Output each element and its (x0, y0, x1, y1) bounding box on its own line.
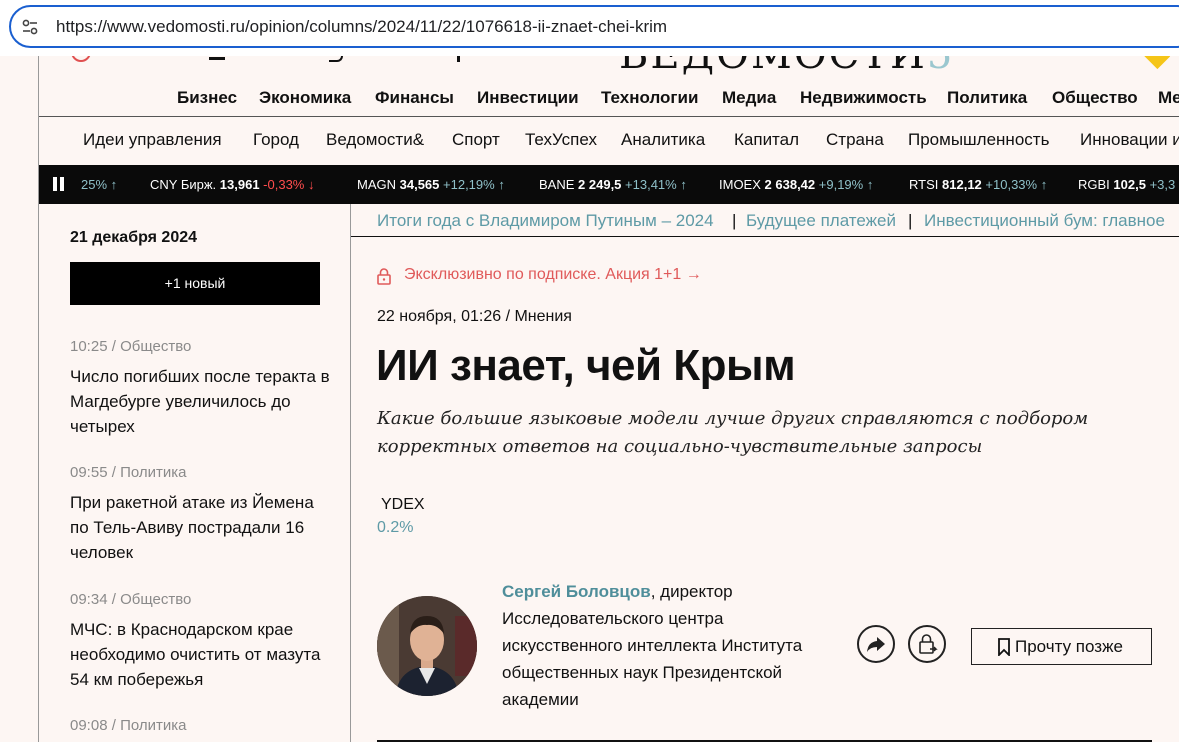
new-items-button[interactable]: +1 новый (70, 262, 320, 305)
topic-link[interactable]: Инвестиционный бум: главное (924, 211, 1165, 231)
search-icon[interactable] (329, 56, 343, 62)
news-meta: 09:55 / Политика (70, 464, 187, 481)
ticker-item[interactable]: RGBI 102,5 +3,3 (1078, 177, 1175, 192)
stock-change: 0.2% (377, 519, 414, 536)
news-meta: 10:25 / Общество (70, 338, 192, 355)
subnav-item[interactable]: Аналитика (621, 130, 705, 150)
nav-item-more[interactable]: Ме (1158, 88, 1179, 108)
article-date: 22 ноября, 01:26 (377, 308, 502, 325)
news-item[interactable]: 10:25 / Общество Число погибших после те… (70, 338, 330, 439)
status-icon[interactable] (71, 56, 91, 62)
arrow-up-icon: ↑ (1037, 177, 1048, 192)
ticker-item[interactable]: 25% ↑ (81, 177, 117, 192)
news-item[interactable]: 09:34 / Общество МЧС: в Краснодарском кр… (70, 591, 330, 692)
ticker-item[interactable]: CNY Бирж. 13,961 -0,33% ↓ (150, 177, 315, 192)
page: ВЕДОМОСТИ5 Бизнес Экономика Финансы Инве… (38, 56, 1179, 742)
subscription-promo-link[interactable]: Эксклюзивно по подписке. Акция 1+1 → (404, 266, 702, 284)
subnav-item[interactable]: ТехУспех (525, 130, 597, 150)
nav-item-technology[interactable]: Технологии (601, 88, 698, 108)
gift-lock-icon (919, 634, 938, 654)
subnav-item[interactable]: Страна (826, 130, 884, 150)
feed-date: 21 декабря 2024 (70, 229, 198, 246)
ticker-item[interactable]: IMOEX 2 638,42 +9,19% ↑ (719, 177, 873, 192)
article-dateline: 22 ноября, 01:26 / Мнения (377, 308, 572, 325)
gift-article-button[interactable] (908, 625, 946, 663)
author-info: Сергей Боловцов, директор Исследовательс… (502, 578, 832, 713)
subnav-item[interactable]: Ведомости& (326, 130, 424, 150)
nav-item-business[interactable]: Бизнес (177, 88, 237, 108)
topics-bar: Итоги года с Владимиром Путиным – 2024 |… (377, 211, 1179, 233)
arrow-up-icon: ↑ (494, 177, 505, 192)
news-meta: 09:34 / Общество (70, 591, 192, 608)
news-title[interactable]: МЧС: в Краснодарском крае необходимо очи… (70, 617, 330, 692)
author-bio: , директор Исследовательского центра иск… (502, 582, 803, 709)
stock-symbol[interactable]: YDEX (381, 496, 425, 514)
main-nav: Бизнес Экономика Финансы Инвестиции Техн… (39, 82, 1179, 116)
sub-nav: Идеи управления Город Ведомости& Спорт Т… (39, 117, 1179, 165)
browser-toolbar: https://www.vedomosti.ru/opinion/columns… (0, 0, 1179, 56)
url-text[interactable]: https://www.vedomosti.ru/opinion/columns… (56, 17, 667, 37)
arrow-up-icon: ↑ (863, 177, 874, 192)
topic-separator: | (732, 211, 737, 230)
pause-button[interactable] (39, 165, 75, 204)
bookmark-icon (998, 638, 1010, 656)
site-header: ВЕДОМОСТИ5 (39, 56, 1179, 76)
author-name-link[interactable]: Сергей Боловцов (502, 582, 651, 601)
author-photo (377, 596, 477, 696)
news-meta: 09:08 / Политика (70, 717, 187, 734)
share-arrow-icon (867, 637, 885, 652)
subnav-item[interactable]: Город (253, 130, 299, 150)
nav-item-politics[interactable]: Политика (947, 88, 1027, 108)
read-later-label: Прочту позже (1015, 637, 1123, 656)
arrow-up-icon: ↑ (107, 177, 118, 192)
article-rubric[interactable]: Мнения (514, 308, 572, 325)
author-avatar[interactable] (377, 596, 477, 696)
nav-item-finance[interactable]: Финансы (375, 88, 454, 108)
menu-icon[interactable] (209, 56, 225, 60)
site-settings-icon[interactable] (21, 18, 39, 36)
share-button[interactable] (857, 625, 895, 663)
arrow-up-icon: ↑ (676, 177, 687, 192)
site-logo[interactable]: ВЕДОМОСТИ5 (619, 56, 954, 76)
nav-item-society[interactable]: Общество (1052, 88, 1138, 108)
nav-item-investments[interactable]: Инвестиции (477, 88, 579, 108)
news-title[interactable]: Число погибших после теракта в Магдебург… (70, 364, 330, 439)
news-feed-sidebar: 21 декабря 2024 +1 новый 10:25 / Обществ… (39, 204, 351, 742)
arrow-down-icon: ↓ (304, 177, 315, 192)
subnav-item[interactable]: Инновации и (1080, 130, 1179, 150)
nav-item-realty[interactable]: Недвижимость (800, 88, 927, 108)
subnav-item[interactable]: Спорт (452, 130, 500, 150)
ticker-item[interactable]: RTSI 812,12 +10,33% ↑ (909, 177, 1047, 192)
nav-item-economy[interactable]: Экономика (259, 88, 351, 108)
topic-separator: | (908, 211, 913, 230)
news-item[interactable]: 09:08 / Политика (70, 717, 330, 734)
subnav-item[interactable]: Капитал (734, 130, 799, 150)
news-title[interactable]: При ракетной атаке из Йемена по Тель-Ави… (70, 490, 330, 565)
article-headline: ИИ знает, чей Крым (376, 341, 796, 390)
address-bar[interactable]: https://www.vedomosti.ru/opinion/columns… (9, 5, 1179, 48)
topic-link[interactable]: Итоги года с Владимиром Путиным – 2024 (377, 211, 714, 231)
article-lead: Какие большие языковые модели лучше друг… (377, 408, 1089, 457)
topic-link[interactable]: Будущее платежей (746, 211, 896, 231)
nav-item-media[interactable]: Медиа (722, 88, 776, 108)
ticker-item[interactable]: BANE 2 249,5 +13,41% ↑ (539, 177, 687, 192)
ticker-item[interactable]: MAGN 34,565 +12,19% ↑ (357, 177, 505, 192)
read-later-button[interactable]: Прочту позже (971, 628, 1152, 665)
pause-icon (53, 177, 57, 191)
subnav-item[interactable]: Промышленность (908, 130, 1049, 150)
badge-icon[interactable] (1141, 56, 1171, 70)
profile-icon[interactable] (457, 56, 460, 62)
news-item[interactable]: 09:55 / Политика При ракетной атаке из Й… (70, 464, 330, 565)
lock-icon (377, 268, 391, 285)
subnav-item[interactable]: Идеи управления (83, 130, 222, 150)
market-ticker: 25% ↑ CNY Бирж. 13,961 -0,33% ↓ MAGN 34,… (39, 165, 1179, 204)
